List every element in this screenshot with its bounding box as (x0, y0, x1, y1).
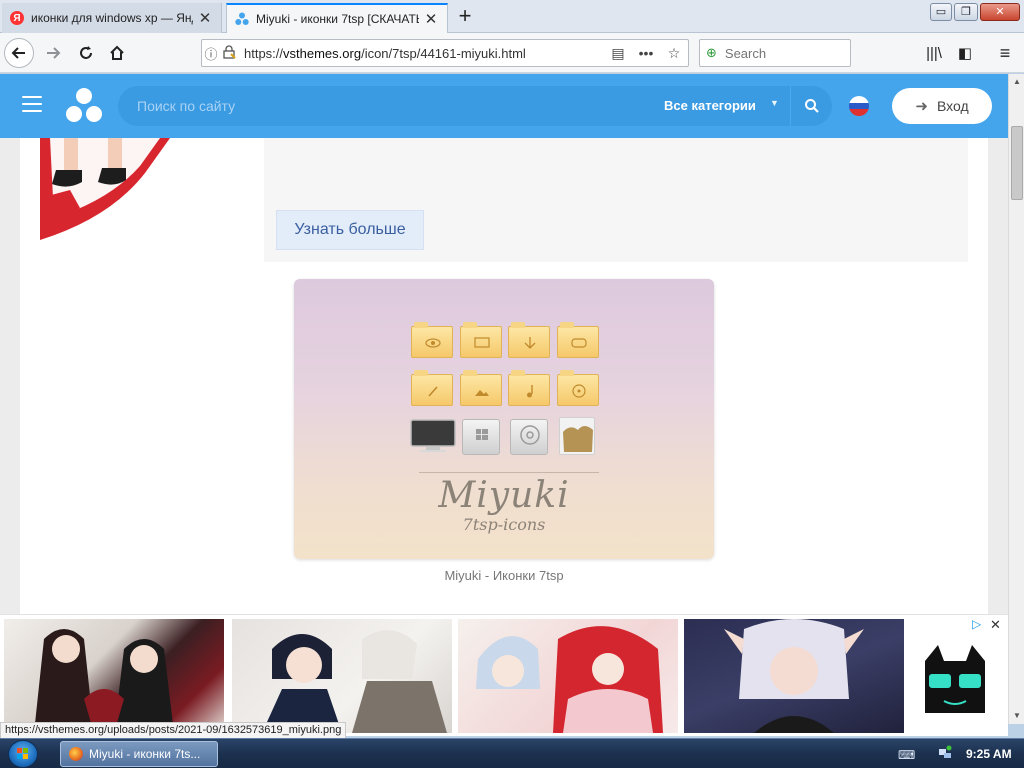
vsthemes-icon (235, 12, 249, 26)
url-path: /icon/7tsp/44161-miyuki.html (361, 45, 526, 61)
site-logo[interactable] (64, 88, 104, 124)
forward-button[interactable] (38, 38, 68, 68)
arrow-left-icon (11, 47, 25, 59)
recycle-bin-icon (559, 417, 595, 455)
back-button[interactable] (4, 38, 34, 68)
sidebar-icon: ◧ (957, 45, 973, 62)
taskbar-window-title: Miyuki - иконки 7ts... (89, 747, 201, 761)
cd-drive-icon (510, 419, 548, 455)
folder-pictures-icon (460, 370, 502, 406)
tab-miyuki[interactable]: Miyuki - иконки 7tsp [СКАЧАТЬ ✕ (226, 3, 448, 33)
search-icon (804, 99, 819, 113)
tab-title: иконки для windows xp — Янд (31, 11, 193, 25)
status-bar-link: https://vsthemes.org/uploads/posts/2021-… (0, 722, 347, 739)
library-icon: |||\ (926, 44, 942, 62)
sidebar-button[interactable]: ◧ (953, 41, 977, 65)
url-host: vsthemes.org (283, 45, 362, 61)
scroll-down-arrow-icon[interactable]: ▼ (1009, 708, 1024, 724)
window-maximize-button[interactable]: ❐ (954, 3, 978, 21)
url-text[interactable]: https://vsthemes.org/icon/7tsp/44161-miy… (244, 46, 604, 61)
window-close-button[interactable]: ✕ (980, 3, 1020, 21)
vertical-scrollbar[interactable]: ▲ ▼ (1008, 74, 1024, 724)
windows-taskbar: Miyuki - иконки 7ts... ⌨ 9:25 AM (0, 738, 1024, 768)
folder-music-icon (508, 370, 550, 406)
keyboard-icon[interactable]: ⌨ (898, 748, 915, 762)
category-select[interactable]: Все категории (664, 98, 756, 113)
ad-mascot-cat-icon[interactable] (920, 643, 990, 717)
new-tab-button[interactable]: + (452, 4, 478, 30)
miyuki-logo-text: Miyuki (438, 475, 570, 516)
clock[interactable]: 9:25 AM (966, 747, 1012, 761)
site-menu-icon[interactable] (22, 96, 42, 114)
tab-strip: Я иконки для windows xp — Янд ✕ Miyuki -… (0, 0, 1024, 33)
site-header: Поиск по сайту Все категории ▼ ➜ Вход (0, 74, 1008, 138)
ad-image-3[interactable] (458, 619, 678, 733)
folder-video-icon (557, 370, 599, 406)
login-button[interactable]: ➜ Вход (892, 88, 992, 124)
russian-flag-icon[interactable] (849, 96, 869, 116)
site-search-box: Поиск по сайту Все категории ▼ (118, 86, 832, 126)
ad-choices-icon[interactable]: ▷ (972, 617, 981, 631)
hamburger-menu-icon: ≡ (999, 42, 1011, 63)
home-icon (110, 45, 124, 60)
taskbar-firefox-window[interactable]: Miyuki - иконки 7ts... (60, 741, 218, 767)
reload-icon (80, 46, 92, 59)
start-button[interactable] (8, 740, 38, 768)
tab-close-icon[interactable]: ✕ (197, 9, 213, 27)
tab-title: Miyuki - иконки 7tsp [СКАЧАТЬ (256, 12, 419, 26)
icon-pack-preview-image[interactable]: Miyuki 7tsp-icons (294, 279, 714, 559)
lock-warning-icon[interactable] (220, 44, 238, 62)
ad-close-button[interactable]: ✕ (990, 617, 1001, 633)
info-icon[interactable]: ⓘ (202, 44, 220, 63)
miyuki-subtitle-text: 7tsp-icons (462, 515, 546, 534)
learn-more-button[interactable]: Узнать больше (276, 210, 424, 250)
firefox-icon (69, 747, 83, 761)
tab-close-icon[interactable]: ✕ (423, 10, 439, 28)
preview-caption: Miyuki - Иконки 7tsp (444, 568, 564, 583)
windows-drive-icon (462, 419, 500, 455)
folder-eye-icon (411, 322, 453, 358)
yandex-icon: Я (10, 11, 24, 25)
reader-view-icon[interactable]: ▤ (604, 45, 632, 62)
windows-logo-icon (17, 748, 28, 759)
divider-line (419, 472, 599, 473)
folder-attachment-icon (411, 370, 453, 406)
url-bar[interactable]: ⓘ https://vsthemes.org/icon/7tsp/44161-m… (201, 39, 689, 67)
scroll-up-arrow-icon[interactable]: ▲ (1009, 74, 1024, 90)
folder-gamepad-icon (557, 322, 599, 358)
library-button[interactable]: |||\ (922, 41, 946, 65)
page-actions-icon[interactable]: ••• (632, 45, 660, 61)
login-icon: ➜ (915, 98, 928, 115)
search-bar[interactable]: ⊕ (699, 39, 851, 67)
url-scheme: https:// (244, 45, 284, 61)
site-search-input[interactable]: Поиск по сайту (137, 98, 235, 114)
ad-image-1[interactable] (4, 619, 224, 733)
caret-down-icon[interactable]: ▼ (770, 98, 779, 108)
navigation-toolbar: ⓘ https://vsthemes.org/icon/7tsp/44161-m… (0, 33, 1024, 73)
search-engine-icon[interactable]: ⊕ (706, 45, 717, 61)
ad-image-2[interactable] (232, 619, 452, 733)
bookmark-star-icon[interactable]: ☆ (660, 45, 688, 62)
arrow-right-icon (47, 47, 61, 59)
folder-download-icon (508, 322, 550, 358)
anime-artwork (40, 138, 170, 240)
login-label: Вход (936, 98, 969, 114)
search-input[interactable] (724, 45, 835, 61)
network-icon[interactable] (938, 745, 952, 762)
scrollbar-thumb[interactable] (1011, 126, 1023, 200)
computer-icon (410, 419, 456, 453)
home-button[interactable] (102, 38, 132, 68)
menu-button[interactable]: ≡ (993, 41, 1017, 65)
ad-banner: ▷ ✕ (0, 614, 1008, 736)
site-search-button[interactable] (790, 86, 832, 126)
window-minimize-button[interactable]: ▭ (930, 3, 952, 21)
ad-image-4[interactable] (684, 619, 904, 733)
reload-button[interactable] (71, 38, 101, 68)
tab-yandex[interactable]: Я иконки для windows xp — Янд ✕ (2, 3, 222, 33)
folder-monitor-icon (460, 322, 502, 358)
